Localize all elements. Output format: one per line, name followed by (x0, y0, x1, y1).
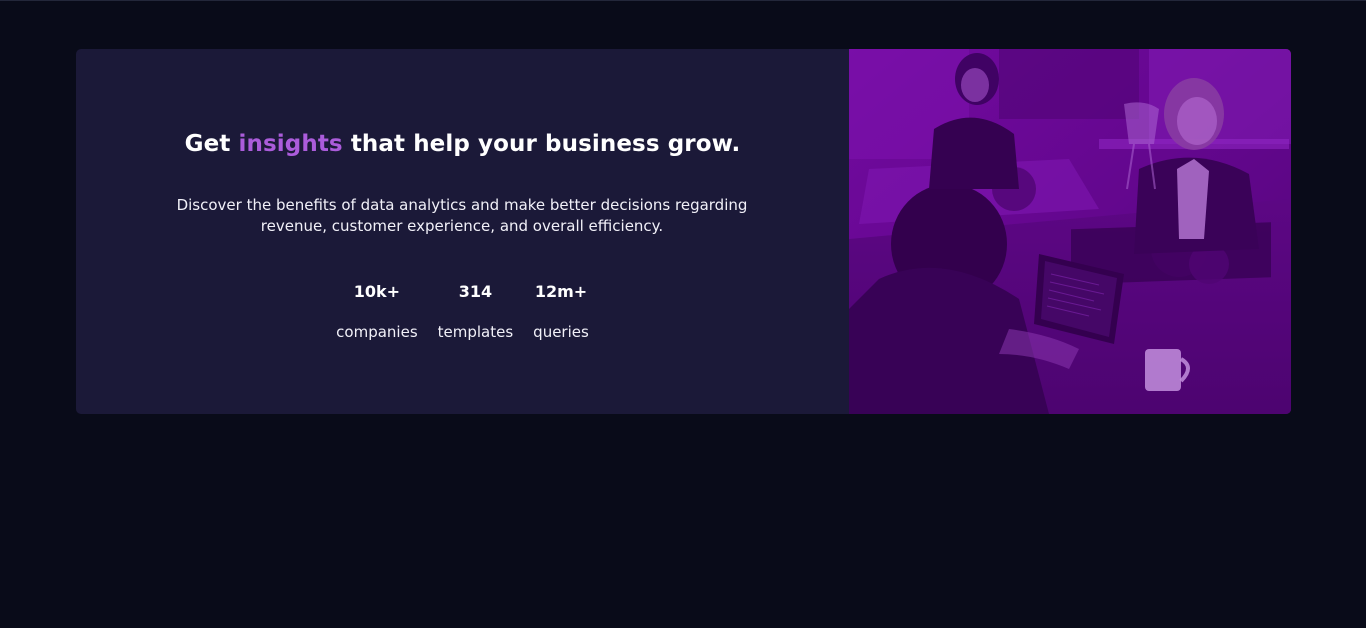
stat-value: 12m+ (534, 282, 588, 301)
stat-templates: 314 templates (438, 281, 514, 342)
office-team-photo (849, 49, 1291, 414)
stats-preview-card: Get insights that help your business gro… (76, 49, 1291, 414)
stat-value: 10k+ (353, 282, 401, 301)
office-photo-illustration (849, 49, 1291, 414)
headline-suffix: that help your business grow. (350, 131, 741, 157)
headline-accent: insights (238, 131, 343, 157)
stat-label: companies (336, 323, 418, 341)
stat-label: queries (533, 323, 589, 341)
stats-row: 10k+ companies 314 templates 12m+ querie… (76, 281, 849, 342)
stat-queries: 12m+ queries (533, 281, 589, 342)
top-border (0, 0, 1366, 1)
stat-value: 314 (458, 282, 493, 301)
stat-label: templates (437, 323, 514, 341)
headline: Get insights that help your business gro… (76, 131, 849, 157)
description: Discover the benefits of data analytics … (176, 196, 748, 235)
headline-prefix: Get (184, 131, 231, 157)
card-content: Get insights that help your business gro… (76, 49, 849, 414)
stat-companies: 10k+ companies (336, 281, 417, 342)
